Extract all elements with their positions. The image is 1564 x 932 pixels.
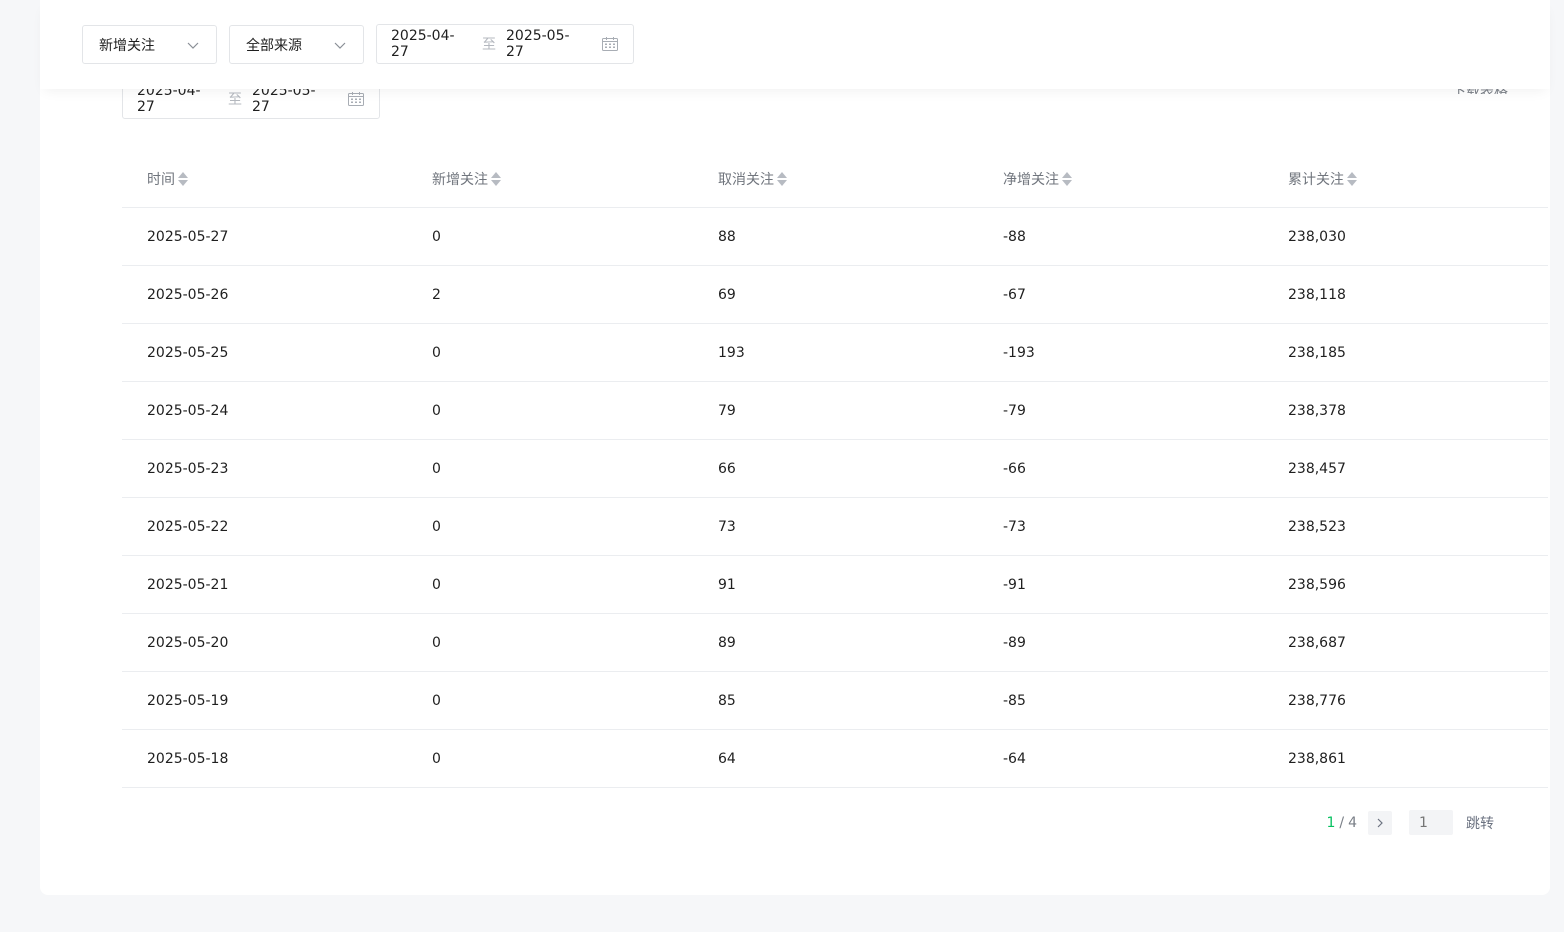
cell-total-follows: 238,118 [1288, 286, 1346, 303]
cell-new-follows: 0 [432, 460, 441, 477]
date-separator: 至 [482, 37, 496, 53]
cell-total-follows: 238,523 [1288, 518, 1346, 535]
cell-unfollows: 73 [718, 518, 736, 535]
header-time[interactable]: 时间 [122, 169, 407, 189]
chevron-down-icon [333, 38, 347, 52]
cell-new-follows: 0 [432, 634, 441, 651]
total-pages: 4 [1348, 814, 1357, 831]
cell-net-follows: -85 [1003, 692, 1026, 709]
cell-total-follows: 238,861 [1288, 750, 1346, 767]
cell-date: 2025-05-23 [147, 460, 229, 477]
cell-date: 2025-05-22 [147, 518, 229, 535]
cell-unfollows: 85 [718, 692, 736, 709]
follow-type-select[interactable]: 新增关注 [82, 25, 217, 64]
table-row: 2025-05-19 0 85 -85 238,776 [122, 672, 1548, 730]
cell-unfollows: 64 [718, 750, 736, 767]
table-row: 2025-05-23 0 66 -66 238,457 [122, 440, 1548, 498]
cell-date: 2025-05-24 [147, 402, 229, 419]
date-range-picker[interactable]: 2025-04-27 至 2025-05-27 [376, 24, 634, 64]
cell-net-follows: -64 [1003, 750, 1026, 767]
table-row: 2025-05-25 0 193 -193 238,185 [122, 324, 1548, 382]
cell-net-follows: -193 [1003, 344, 1035, 361]
cell-date: 2025-05-18 [147, 750, 229, 767]
table-row: 2025-05-20 0 89 -89 238,687 [122, 614, 1548, 672]
date-end: 2025-05-27 [506, 28, 570, 60]
data-card: 2025-04-27 至 2025-05-27 时间 新增关注 取消关注 净增关… [40, 0, 1550, 895]
table-header: 时间 新增关注 取消关注 净增关注 累计关注 [122, 150, 1548, 208]
cell-total-follows: 238,687 [1288, 634, 1346, 651]
header-total-follows[interactable]: 累计关注 [1262, 169, 1548, 189]
sort-icon[interactable] [178, 171, 188, 186]
calendar-icon [601, 36, 619, 52]
chevron-right-icon [1377, 818, 1383, 827]
cell-unfollows: 91 [718, 576, 736, 593]
cell-total-follows: 238,378 [1288, 402, 1346, 419]
cell-total-follows: 238,457 [1288, 460, 1346, 477]
cell-new-follows: 2 [432, 286, 441, 303]
cell-new-follows: 0 [432, 228, 441, 245]
cell-total-follows: 238,185 [1288, 344, 1346, 361]
page-jump-input[interactable] [1409, 810, 1453, 835]
current-page: 1 [1326, 814, 1336, 831]
table-row: 2025-05-22 0 73 -73 238,523 [122, 498, 1548, 556]
cell-new-follows: 0 [432, 692, 441, 709]
cell-net-follows: -67 [1003, 286, 1026, 303]
sticky-filter-toolbar: 新增关注 全部来源 2025-04-27 至 2025-05-27 [40, 0, 1550, 89]
cell-new-follows: 0 [432, 750, 441, 767]
header-new-follows[interactable]: 新增关注 [407, 169, 692, 189]
page-separator: / [1339, 814, 1345, 831]
cell-unfollows: 79 [718, 402, 736, 419]
cell-new-follows: 0 [432, 402, 441, 419]
sort-icon[interactable] [491, 171, 501, 186]
sort-icon[interactable] [777, 171, 787, 186]
cell-unfollows: 69 [718, 286, 736, 303]
cell-unfollows: 89 [718, 634, 736, 651]
table-row: 2025-05-26 2 69 -67 238,118 [122, 266, 1548, 324]
date-separator: 至 [228, 92, 242, 108]
table-body: 2025-05-27 0 88 -88 238,030 2025-05-26 2 69 -67 2… [122, 208, 1548, 788]
cell-unfollows: 193 [718, 344, 745, 361]
cell-net-follows: -89 [1003, 634, 1026, 651]
next-page-button[interactable] [1368, 810, 1392, 835]
source-select[interactable]: 全部来源 [229, 25, 364, 64]
calendar-icon [347, 91, 365, 107]
cell-net-follows: -88 [1003, 228, 1026, 245]
data-table: 时间 新增关注 取消关注 净增关注 累计关注 2025-05-27 0 88 -88 2… [122, 150, 1548, 788]
cell-date: 2025-05-20 [147, 634, 229, 651]
cell-total-follows: 238,776 [1288, 692, 1346, 709]
header-unfollows[interactable]: 取消关注 [692, 169, 977, 189]
table-row: 2025-05-24 0 79 -79 238,378 [122, 382, 1548, 440]
cell-total-follows: 238,596 [1288, 576, 1346, 593]
cell-total-follows: 238,030 [1288, 228, 1346, 245]
cell-date: 2025-05-25 [147, 344, 229, 361]
cell-unfollows: 66 [718, 460, 736, 477]
cell-new-follows: 0 [432, 344, 441, 361]
cell-date: 2025-05-19 [147, 692, 229, 709]
cell-new-follows: 0 [432, 576, 441, 593]
chevron-down-icon [186, 38, 200, 52]
cell-net-follows: -79 [1003, 402, 1026, 419]
cell-date: 2025-05-26 [147, 286, 229, 303]
table-row: 2025-05-18 0 64 -64 238,861 [122, 730, 1548, 788]
cell-net-follows: -73 [1003, 518, 1026, 535]
table-row: 2025-05-27 0 88 -88 238,030 [122, 208, 1548, 266]
table-row: 2025-05-21 0 91 -91 238,596 [122, 556, 1548, 614]
header-net-follows[interactable]: 净增关注 [977, 169, 1262, 189]
sort-icon[interactable] [1062, 171, 1072, 186]
cell-net-follows: -91 [1003, 576, 1026, 593]
cell-net-follows: -66 [1003, 460, 1026, 477]
sort-icon[interactable] [1347, 171, 1357, 186]
cell-unfollows: 88 [718, 228, 736, 245]
cell-new-follows: 0 [432, 518, 441, 535]
jump-button[interactable]: 跳转 [1466, 813, 1494, 833]
cell-date: 2025-05-27 [147, 228, 229, 245]
pagination: 1 / 4 跳转 [1326, 810, 1494, 835]
cell-date: 2025-05-21 [147, 576, 229, 593]
date-start: 2025-04-27 [391, 28, 455, 60]
